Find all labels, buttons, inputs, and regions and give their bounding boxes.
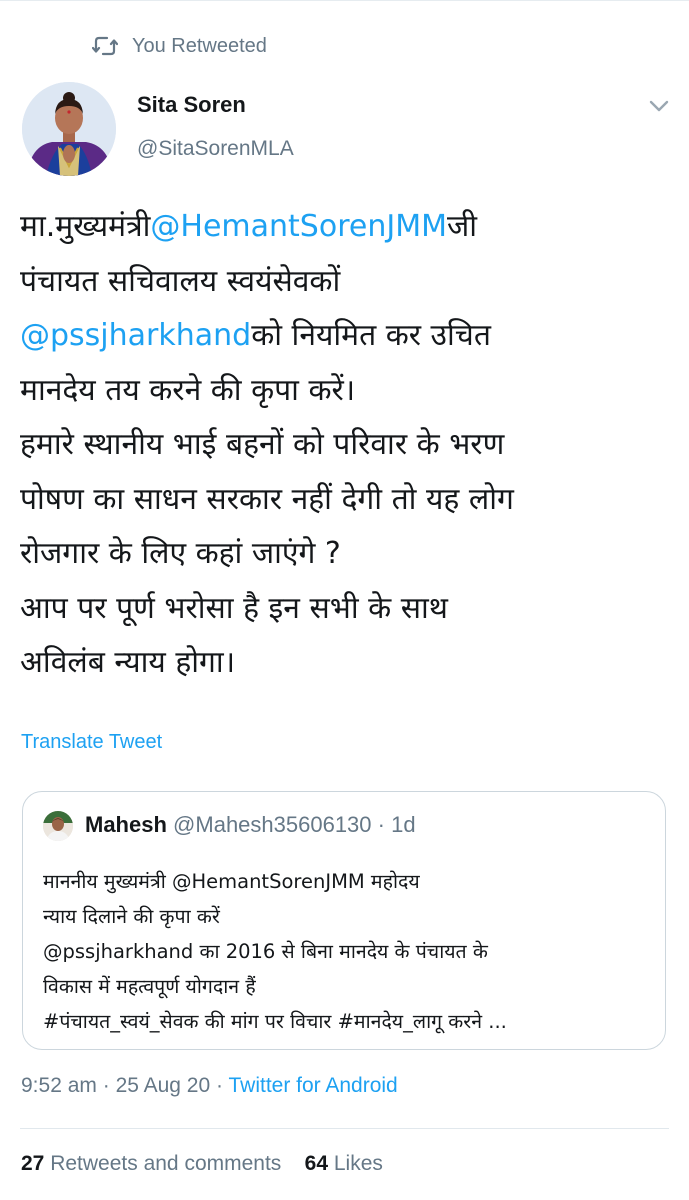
author-handle[interactable]: @SitaSorenMLA [137,137,294,161]
tweet-stats: 27 Retweets and comments 64 Likes [21,1152,383,1176]
quoted-tweet[interactable]: Mahesh @Mahesh35606130 · 1d माननीय मुख्य… [22,791,666,1050]
quoted-tweet-header: Mahesh @Mahesh35606130 · 1d [85,812,416,838]
retweet-banner: You Retweeted [92,32,267,60]
profile-photo [22,82,116,176]
retweet-label: You Retweeted [132,34,267,57]
tweet-line: @pssjharkhandको नियमित कर उचित [20,318,491,353]
tweet-time: 9:52 am [21,1074,97,1097]
quoted-tweet-time: 1d [391,812,416,837]
profile-photo [43,811,73,841]
tweet-line: मानदेय तय करने की कृपा करें। [20,372,356,408]
chevron-down-icon[interactable] [646,96,672,116]
separator: · [102,1074,110,1097]
retweets-stat[interactable]: 27 Retweets and comments [21,1152,281,1175]
tweet-line: रोजगार के लिए कहां जाएंगे ? [20,536,341,571]
separator: · [216,1074,224,1097]
tweet-line: पोषण का साधन सरकार नहीं देगी तो यह लोग [20,481,514,517]
likes-label: Likes [333,1152,383,1175]
tweet-timestamp: 9:52 am · 25 Aug 20 · Twitter for Androi… [21,1074,398,1098]
retweets-label: Retweets and comments [50,1152,282,1175]
quoted-author-handle: @Mahesh35606130 [173,812,372,837]
translate-tweet-link[interactable]: Translate Tweet [21,731,162,754]
mention-link[interactable]: @HemantSorenJMM [150,209,447,244]
author-avatar[interactable] [22,82,116,176]
quoted-line: विकास में महत्वपूर्ण योगदान हैं [43,975,256,998]
likes-count: 64 [304,1152,329,1175]
quoted-tweet-text: माननीय मुख्यमंत्री @HemantSorenJMM महोदय… [43,864,653,1039]
tweet-text: मा.मुख्यमंत्री@HemantSorenJMMजी पंचायत स… [20,200,670,691]
mention-link[interactable]: @pssjharkhand [20,318,251,353]
tweet-line: अविलंब न्याय होगा। [20,645,236,680]
quoted-author-name: Mahesh [85,812,167,837]
quoted-line: माननीय मुख्यमंत्री @HemantSorenJMM महोदय [43,870,420,893]
top-divider [0,0,689,1]
quoted-line: #पंचायत_स्वयं_सेवक की मांग पर विचार #मान… [43,1010,507,1033]
quoted-author-avatar [43,811,73,841]
likes-stat[interactable]: 64 Likes [305,1152,383,1175]
retweets-count: 27 [21,1152,45,1175]
quoted-line: न्याय दिलाने की कृपा करें [43,905,220,928]
tweet-line: हमारे स्थानीय भाई बहनों को परिवार के भरण [20,427,505,462]
tweet-line: मा.मुख्यमंत्री@HemantSorenJMMजी [20,209,477,244]
retweet-icon [92,36,118,56]
quoted-line: @pssjharkhand का 2016 से बिना मानदेय के … [43,940,488,963]
tweet-source-link[interactable]: Twitter for Android [228,1074,397,1097]
separator: · [377,812,385,837]
tweet-date: 25 Aug 20 [115,1074,211,1097]
tweet-line: आप पर पूर्ण भरोसा है इन सभी के साथ [20,590,448,626]
tweet-line: पंचायत सचिवालय स्वयंसेवकों [20,263,341,299]
author-name[interactable]: Sita Soren [137,92,246,118]
stats-divider [20,1128,669,1129]
